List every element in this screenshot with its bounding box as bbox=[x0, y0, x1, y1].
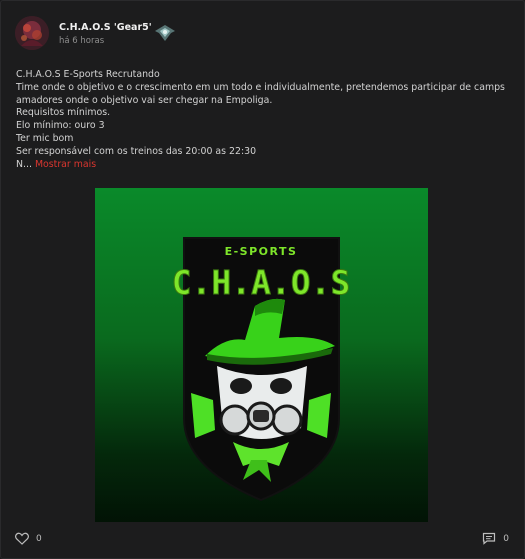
chaos-logo: E-SPORTS C.H.A.O.S bbox=[171, 237, 351, 502]
like-count: 0 bbox=[36, 533, 42, 544]
logo-main-text: C.H.A.O.S bbox=[172, 263, 351, 302]
show-more-link[interactable]: Mostrar mais bbox=[35, 159, 96, 170]
post-footer: 0 0 bbox=[1, 529, 525, 551]
comment-button[interactable]: 0 bbox=[482, 532, 509, 545]
author-name[interactable]: C.H.A.O.S 'Gear5' bbox=[59, 22, 152, 33]
rank-badge-icon bbox=[153, 24, 177, 42]
truncated-line: N... Mostrar mais bbox=[16, 159, 516, 172]
truncated-prefix: N... bbox=[16, 158, 32, 170]
post-line: Ter mic bom bbox=[16, 132, 74, 144]
author-avatar[interactable] bbox=[15, 16, 49, 50]
post-line: Requisitos mínimos. bbox=[16, 107, 111, 119]
post-line: amadores onde o objetivo vai ser chegar … bbox=[16, 94, 273, 106]
logo-top-text: E-SPORTS bbox=[225, 245, 298, 258]
post-line: Ser responsável com os treinos das 20:00… bbox=[16, 145, 257, 157]
post-line: C.H.A.O.S E-Sports Recrutando bbox=[16, 69, 160, 80]
post-timestamp: há 6 horas bbox=[59, 36, 105, 46]
comment-count: 0 bbox=[503, 533, 509, 544]
like-button[interactable]: 0 bbox=[15, 532, 42, 545]
heart-icon bbox=[15, 532, 29, 545]
post-body: C.H.A.O.S E-Sports Recrutando Time onde … bbox=[16, 69, 516, 171]
post-card: C.H.A.O.S 'Gear5' há 6 horas C.H.A.O.S E… bbox=[0, 0, 525, 559]
post-image[interactable]: E-SPORTS C.H.A.O.S bbox=[95, 188, 428, 522]
post-line: Elo mínimo: ouro 3 bbox=[16, 120, 105, 132]
comment-icon bbox=[483, 532, 496, 545]
post-line: Time onde o objetivo e o crescimento em … bbox=[16, 81, 505, 93]
